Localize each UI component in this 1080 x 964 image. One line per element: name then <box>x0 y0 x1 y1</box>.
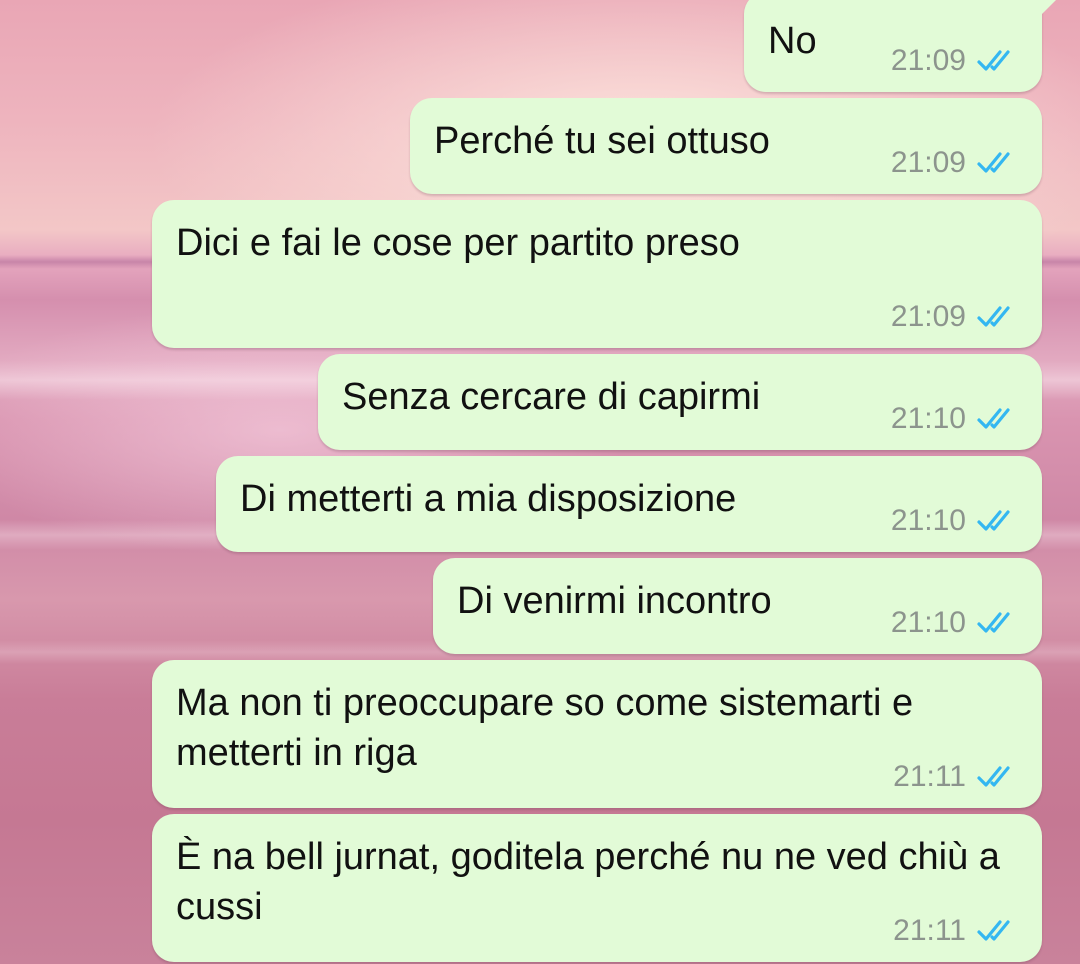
outgoing-message-bubble[interactable]: Dici e fai le cose per partito preso 21:… <box>152 200 1042 348</box>
message-time: 21:10 <box>890 504 966 537</box>
double-check-read-icon <box>977 152 1010 173</box>
message-time: 21:10 <box>890 402 966 435</box>
outgoing-message-bubble[interactable]: È na bell jurnat, goditela perché nu ne … <box>152 814 1042 962</box>
double-check-read-icon <box>977 408 1010 429</box>
outgoing-message-bubble[interactable]: Di metterti a mia disposizione 21:10 <box>216 456 1042 552</box>
double-check-read-icon <box>977 510 1010 531</box>
message-time: 21:09 <box>890 44 966 77</box>
outgoing-message-bubble[interactable]: Ma non ti preoccupare so come sistemarti… <box>152 660 1042 808</box>
double-check-read-icon <box>977 612 1010 633</box>
message-time: 21:10 <box>890 606 966 639</box>
message-text: Dici e fai le cose per partito preso <box>176 222 740 264</box>
message-time: 21:09 <box>890 300 966 333</box>
double-check-read-icon <box>977 920 1010 941</box>
double-check-read-icon <box>977 766 1010 787</box>
double-check-read-icon <box>977 50 1010 71</box>
message-meta: 21:10 <box>891 402 1020 436</box>
message-meta: 21:11 <box>893 914 1020 948</box>
outgoing-message-bubble[interactable]: Perché tu sei ottuso 21:09 <box>410 98 1042 194</box>
outgoing-message-bubble[interactable]: Senza cercare di capirmi 21:10 <box>318 354 1042 450</box>
message-meta: 21:10 <box>891 606 1020 640</box>
outgoing-message-bubble[interactable]: No 21:09 <box>744 0 1064 92</box>
double-check-read-icon <box>977 306 1010 327</box>
message-time: 21:09 <box>890 146 966 179</box>
message-time: 21:11 <box>893 914 966 947</box>
chat-message-list[interactable]: No 21:09 Perché tu sei ottuso 21:09 Dici… <box>0 0 1080 964</box>
message-meta: 21:09 <box>891 300 1020 334</box>
message-meta: 21:10 <box>891 504 1020 538</box>
outgoing-message-bubble[interactable]: Di venirmi incontro 21:10 <box>433 558 1042 654</box>
message-time: 21:11 <box>893 760 966 793</box>
message-meta: 21:09 <box>891 44 1020 78</box>
message-text: Ma non ti preoccupare so come sistemarti… <box>176 682 924 774</box>
message-meta: 21:09 <box>891 146 1020 180</box>
message-meta: 21:11 <box>893 760 1020 794</box>
message-text: È na bell jurnat, goditela perché nu ne … <box>176 836 1011 928</box>
